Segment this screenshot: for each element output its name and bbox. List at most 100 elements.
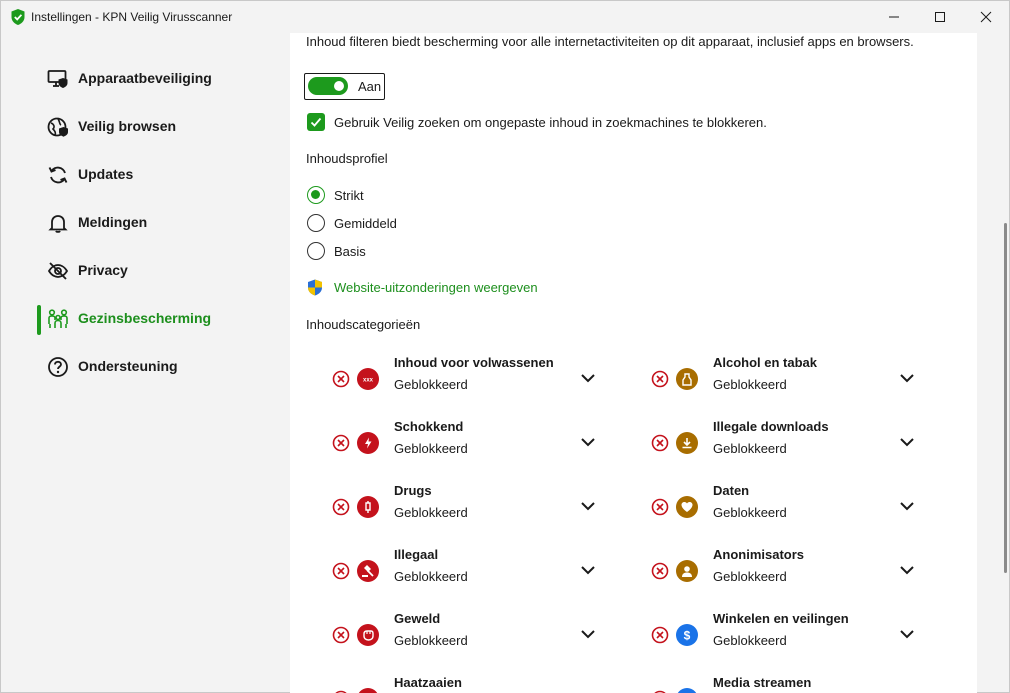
- blocked-icon: [332, 498, 350, 516]
- category-status: Geblokkeerd: [713, 633, 787, 648]
- sidebar-item-label: Meldingen: [78, 214, 148, 230]
- blocked-icon: [651, 626, 669, 644]
- profile-option-gemiddeld[interactable]: Gemiddeld: [307, 214, 507, 234]
- category-status: Geblokkeerd: [394, 505, 468, 520]
- syringe-icon: [357, 496, 379, 518]
- category-row[interactable]: Drugs Geblokkeerd: [332, 483, 632, 535]
- category-name: Illegaal: [394, 547, 439, 562]
- download-icon: [676, 432, 698, 454]
- chevron-down-icon[interactable]: [899, 500, 915, 512]
- sidebar-item-label: Gezinsbescherming: [78, 310, 212, 326]
- blocked-icon: [651, 562, 669, 580]
- blocked-icon: [651, 498, 669, 516]
- chevron-down-icon[interactable]: [899, 564, 915, 576]
- sidebar-item-label: Veilig browsen: [78, 118, 177, 134]
- category-status: Geblokkeerd: [713, 441, 787, 456]
- checkmark-icon: [310, 117, 322, 127]
- gavel-icon: [357, 560, 379, 582]
- uac-shield-icon: [308, 279, 322, 296]
- category-status: Geblokkeerd: [713, 505, 787, 520]
- category-name: Schokkend: [394, 419, 464, 434]
- profile-option-strikt[interactable]: Strikt: [307, 186, 507, 206]
- category-row[interactable]: Anonimisators Geblokkeerd: [651, 547, 951, 599]
- category-name: Daten: [713, 483, 750, 498]
- category-row[interactable]: Geweld Geblokkeerd: [332, 611, 632, 663]
- sidebar-item-gezinsbescherming[interactable]: Gezinsbescherming: [37, 301, 277, 337]
- refresh-icon: [48, 166, 68, 184]
- category-name: Drugs: [394, 483, 432, 498]
- radio-label: Strikt: [334, 188, 364, 203]
- bell-icon: [48, 215, 68, 233]
- eye-slash-icon: [47, 262, 69, 280]
- categories-title: Inhoudscategorieën: [306, 317, 421, 332]
- content-panel: Inhoud filteren biedt bescherming voor a…: [290, 33, 977, 693]
- profile-option-basis[interactable]: Basis: [307, 242, 507, 262]
- category-row[interactable]: xxx Inhoud voor volwassenen Geblokkeerd: [332, 355, 632, 407]
- sidebar-item-meldingen[interactable]: Meldingen: [37, 205, 277, 241]
- safe-search-label: Gebruik Veilig zoeken om ongepaste inhou…: [334, 115, 767, 130]
- heart-icon: [676, 496, 698, 518]
- category-name: Alcohol en tabak: [713, 355, 818, 370]
- bottle-icon: [676, 368, 698, 390]
- category-row[interactable]: Illegaal Geblokkeerd: [332, 547, 632, 599]
- chevron-down-icon[interactable]: [899, 628, 915, 640]
- safe-search-checkbox[interactable]: [307, 113, 325, 131]
- blocked-icon: [332, 370, 350, 388]
- content-filter-toggle[interactable]: Aan: [304, 73, 385, 100]
- radio-basis[interactable]: [307, 242, 325, 260]
- category-status: Geblokkeerd: [394, 377, 468, 392]
- toggle-switch[interactable]: [308, 77, 348, 95]
- category-row[interactable]: Schokkend Geblokkeerd: [332, 419, 632, 471]
- close-button[interactable]: [963, 1, 1009, 33]
- radio-strikt[interactable]: [307, 186, 325, 204]
- chevron-down-icon[interactable]: [580, 628, 596, 640]
- chevron-down-icon[interactable]: [899, 372, 915, 384]
- radio-gemiddeld[interactable]: [307, 214, 325, 232]
- sidebar-item-veilig-browsen[interactable]: Veilig browsen: [37, 109, 277, 145]
- chevron-down-icon[interactable]: [899, 436, 915, 448]
- kpn-shield-icon: [11, 9, 25, 25]
- filter-description: Inhoud filteren biedt bescherming voor a…: [306, 34, 914, 49]
- window-title: Instellingen - KPN Veilig Virusscanner: [31, 10, 233, 24]
- play-icon: [676, 688, 698, 693]
- chevron-down-icon[interactable]: [580, 372, 596, 384]
- category-name: Geweld: [394, 611, 441, 626]
- toggle-knob: [334, 81, 344, 91]
- svg-text:xxx: xxx: [363, 378, 374, 384]
- sidebar-item-label: Updates: [78, 166, 134, 182]
- minimize-button[interactable]: [871, 1, 917, 33]
- close-icon: [980, 11, 992, 23]
- sidebar-item-apparaatbeveiliging[interactable]: Apparaatbeveiliging: [37, 61, 277, 97]
- fist-icon: [357, 624, 379, 646]
- category-status: Geblokkeerd: [713, 569, 787, 584]
- target-icon: [357, 688, 379, 693]
- monitor-shield-icon: [47, 70, 68, 88]
- maximize-button[interactable]: [917, 1, 963, 33]
- category-row[interactable]: Media streamen: [651, 675, 951, 693]
- category-row[interactable]: Daten Geblokkeerd: [651, 483, 951, 535]
- sidebar: Apparaatbeveiliging Veilig browsen Updat…: [1, 33, 289, 693]
- website-exceptions-link[interactable]: Website-uitzonderingen weergeven: [307, 278, 607, 298]
- active-indicator: [37, 305, 41, 335]
- category-row[interactable]: Haatzaaien: [332, 675, 632, 693]
- category-status: Geblokkeerd: [394, 633, 468, 648]
- category-row[interactable]: Illegale downloads Geblokkeerd: [651, 419, 951, 471]
- blocked-icon: [651, 370, 669, 388]
- exceptions-link-label: Website-uitzonderingen weergeven: [334, 280, 538, 295]
- title-bar: Instellingen - KPN Veilig Virusscanner: [1, 1, 1009, 33]
- sidebar-item-privacy[interactable]: Privacy: [37, 253, 277, 289]
- profile-title: Inhoudsprofiel: [306, 151, 388, 166]
- category-name: Winkelen en veilingen: [713, 611, 849, 626]
- chevron-down-icon[interactable]: [580, 500, 596, 512]
- category-row[interactable]: Alcohol en tabak Geblokkeerd: [651, 355, 951, 407]
- dollar-icon: $: [676, 624, 698, 646]
- sidebar-item-updates[interactable]: Updates: [37, 157, 277, 193]
- chevron-down-icon[interactable]: [580, 564, 596, 576]
- category-name: Illegale downloads: [713, 419, 829, 434]
- scrollbar-thumb[interactable]: [1004, 223, 1007, 573]
- category-row[interactable]: $ Winkelen en veilingen Geblokkeerd: [651, 611, 951, 663]
- chevron-down-icon[interactable]: [580, 436, 596, 448]
- incognito-icon: [676, 560, 698, 582]
- sidebar-item-ondersteuning[interactable]: Ondersteuning: [37, 349, 277, 385]
- category-status: Geblokkeerd: [394, 569, 468, 584]
